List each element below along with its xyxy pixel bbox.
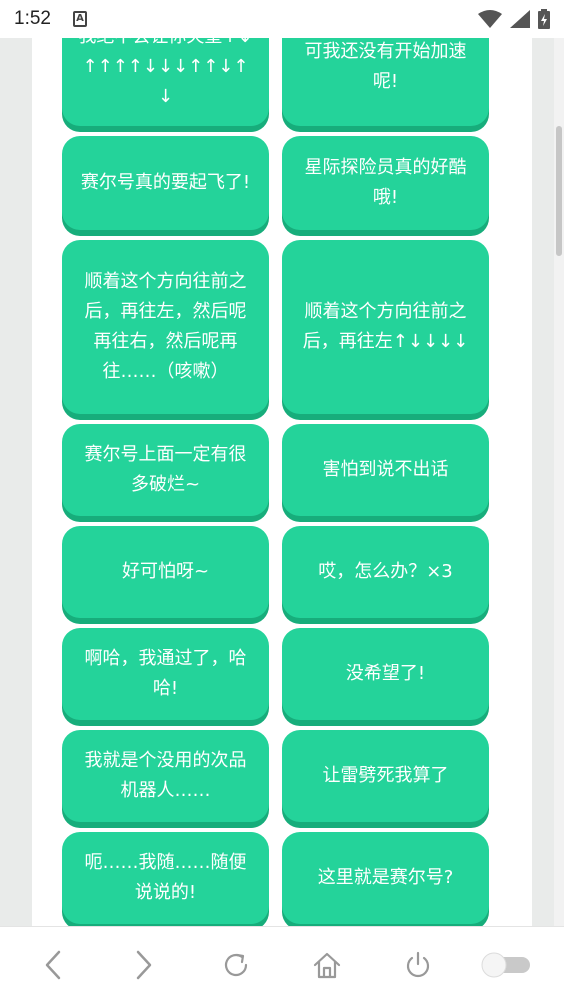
browser-nav-bar: [0, 926, 564, 1004]
web-page: 我绝不会让你失望↑↓↑↑↑↑↓↓↓↑↑↓↑↓ 可我还没有开始加速呢! 赛尔号真的…: [32, 38, 532, 926]
phrase-grid: 我绝不会让你失望↑↓↑↑↑↑↓↓↓↑↑↓↑↓ 可我还没有开始加速呢! 赛尔号真的…: [62, 38, 489, 924]
forward-icon: [136, 950, 152, 980]
phrase-card[interactable]: 顺着这个方向往前之后，再往左↑↓↓↓↓: [282, 240, 489, 414]
phrase-card[interactable]: 可我还没有开始加速呢!: [282, 38, 489, 126]
phrase-card[interactable]: 赛尔号真的要起飞了!: [62, 136, 269, 230]
toggle-switch[interactable]: [478, 945, 534, 985]
status-time: 1:52: [14, 8, 51, 29]
scrollbar-thumb[interactable]: [556, 126, 562, 256]
reload-icon: [224, 953, 248, 977]
phrase-card[interactable]: 赛尔号上面一定有很多破烂~: [62, 424, 269, 516]
wifi-icon: [478, 10, 502, 28]
reload-button[interactable]: [216, 945, 256, 985]
phrase-card[interactable]: 啊哈，我通过了，哈哈!: [62, 628, 269, 720]
home-button[interactable]: [307, 945, 347, 985]
battery-icon: [538, 9, 550, 29]
phrase-card[interactable]: 呃……我随……随便说说的!: [62, 832, 269, 924]
back-button[interactable]: [33, 945, 73, 985]
forward-button[interactable]: [124, 945, 164, 985]
power-button[interactable]: [398, 945, 438, 985]
phrase-card[interactable]: 星际探险员真的好酷哦!: [282, 136, 489, 230]
phrase-card[interactable]: 我就是个没用的次品机器人……: [62, 730, 269, 822]
notification-a-icon: A: [72, 11, 87, 27]
phrase-card[interactable]: 顺着这个方向往前之后，再往左，然后呢再往右，然后呢再往……（咳嗽）: [62, 240, 269, 414]
power-icon: [406, 951, 430, 978]
phrase-card[interactable]: 害怕到说不出话: [282, 424, 489, 516]
phrase-card[interactable]: 没希望了!: [282, 628, 489, 720]
status-bar: 1:52 A: [0, 0, 564, 38]
phrase-card[interactable]: 我绝不会让你失望↑↓↑↑↑↑↓↓↓↑↑↓↑↓: [62, 38, 269, 126]
toggle-icon: [481, 952, 530, 978]
phrase-card[interactable]: 好可怕呀~: [62, 526, 269, 618]
home-icon: [313, 952, 341, 979]
phrase-card[interactable]: 这里就是赛尔号?: [282, 832, 489, 924]
signal-icon: [510, 10, 530, 28]
phrase-card[interactable]: 让雷劈死我算了: [282, 730, 489, 822]
back-icon: [45, 950, 61, 980]
phrase-card[interactable]: 哎，怎么办？×3: [282, 526, 489, 618]
status-icons: [478, 9, 550, 29]
